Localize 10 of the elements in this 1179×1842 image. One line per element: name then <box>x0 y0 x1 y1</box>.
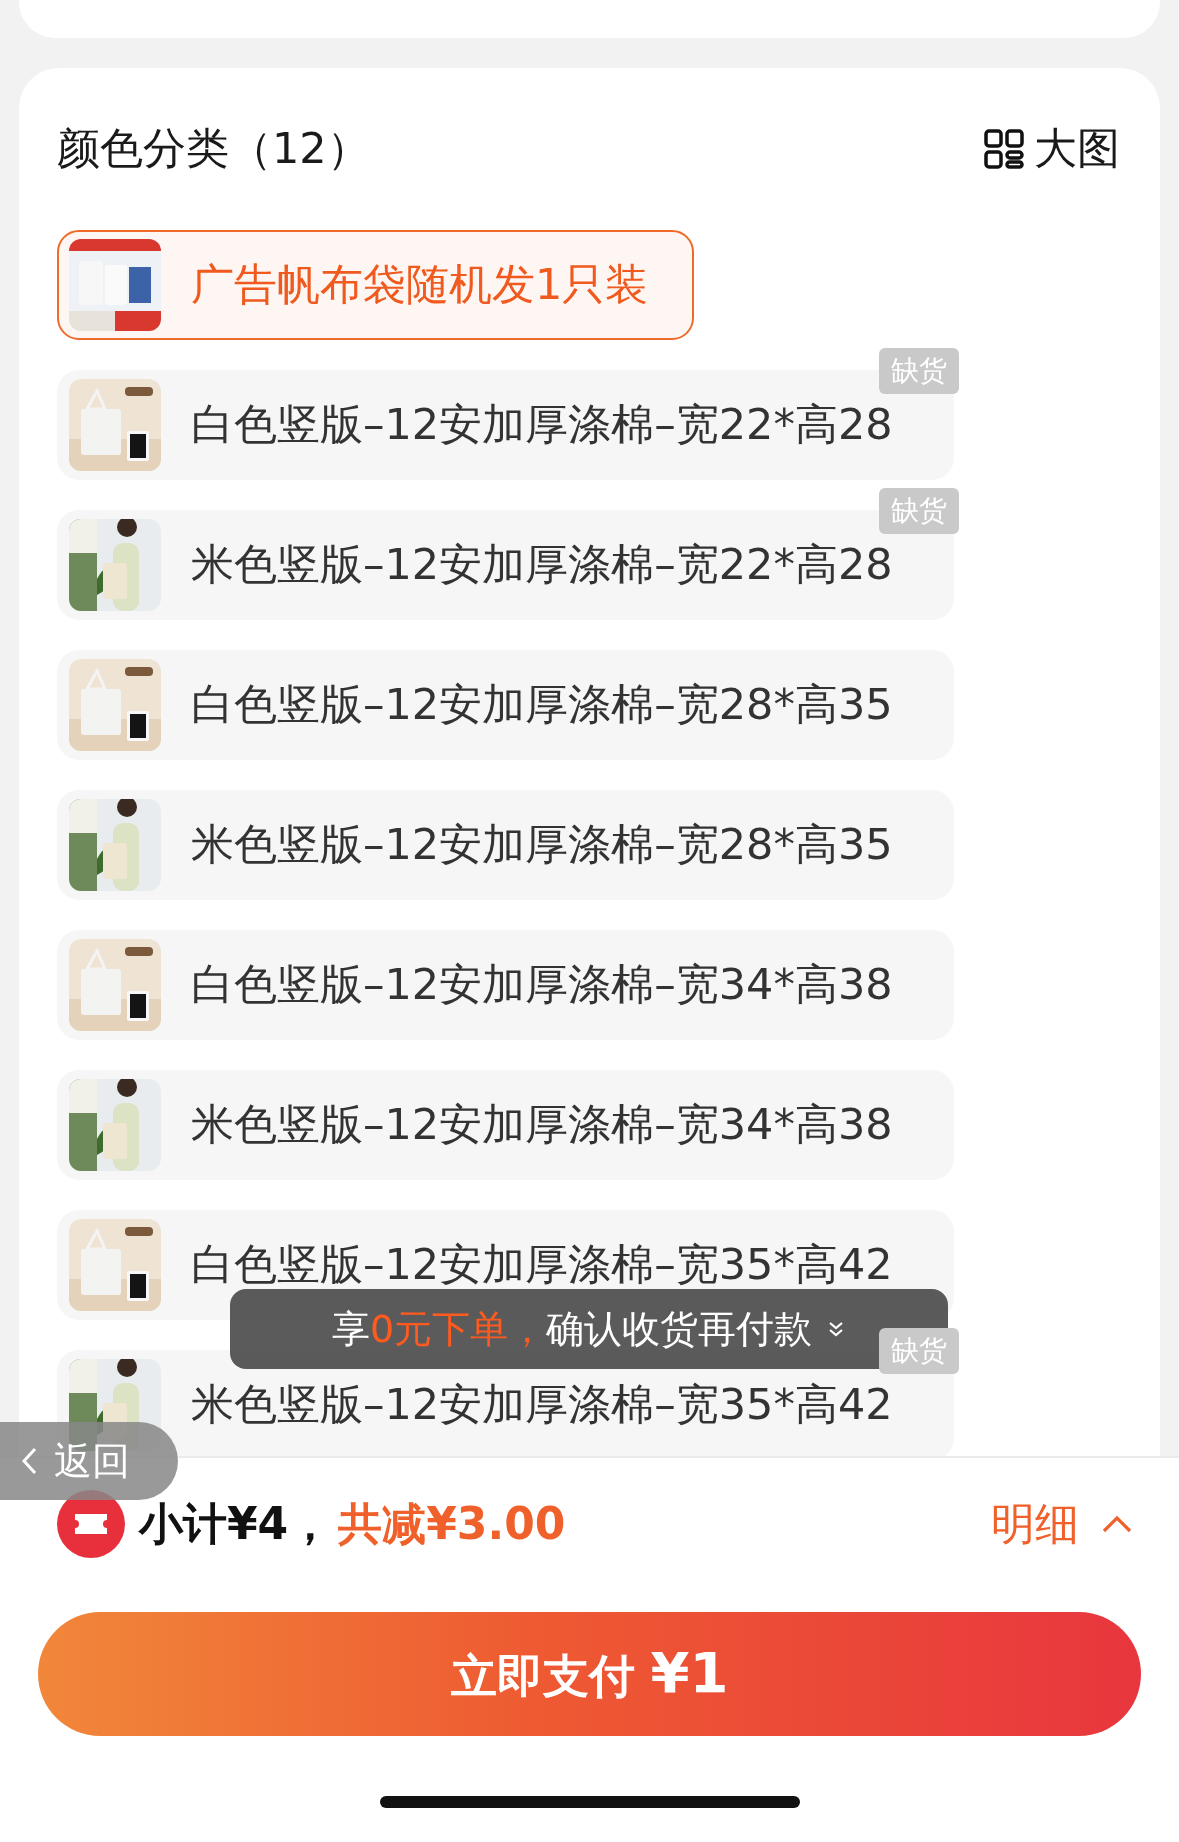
option-chip[interactable]: 米色竖版–12安加厚涤棉–宽34*高38 <box>57 1070 954 1180</box>
pay-button[interactable]: 立即支付 ¥1 <box>38 1612 1141 1736</box>
large-view-toggle[interactable]: 大图 <box>984 120 1122 178</box>
chevron-up-icon <box>1101 1514 1133 1534</box>
option-chip[interactable]: 白色竖版–12安加厚涤棉–宽34*高38 <box>57 930 954 1040</box>
section-title: 颜色分类（12） <box>57 122 370 175</box>
grid-icon <box>984 129 1024 169</box>
discount-text: 共减¥3.00 <box>338 1496 566 1551</box>
option-chip[interactable]: 白色竖版–12安加厚涤棉–宽28*高35 <box>57 650 954 760</box>
option-chip[interactable]: 米色竖版–12安加厚涤棉–宽28*高35 <box>57 790 954 900</box>
